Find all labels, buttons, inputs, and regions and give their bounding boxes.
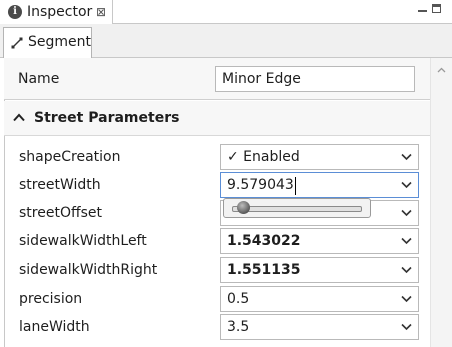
- chevron-down-icon[interactable]: [401, 295, 412, 303]
- view-title: Inspector: [27, 4, 93, 20]
- sidewalkWidthLeft-input[interactable]: 1.543022: [220, 228, 419, 254]
- param-label: laneWidth: [19, 319, 90, 335]
- param-value: 1.551135: [227, 262, 301, 278]
- slider-knob[interactable]: [236, 201, 250, 214]
- tab-segment[interactable]: Segment: [3, 27, 92, 58]
- param-row-streetWidth: streetWidth 9.579043: [4, 171, 430, 199]
- chevron-down-icon[interactable]: [401, 237, 412, 245]
- slider-track[interactable]: [232, 206, 362, 212]
- param-label: sidewalkWidthRight: [19, 262, 158, 278]
- chevron-down-icon[interactable]: [401, 209, 412, 217]
- param-row-shapeCreation: shapeCreation ✓ Enabled: [4, 143, 430, 171]
- name-label: Name: [18, 71, 60, 87]
- param-value: 0.5: [227, 291, 250, 307]
- vertical-scrollbar[interactable]: [430, 58, 452, 347]
- info-icon: i: [8, 5, 22, 19]
- param-row-laneWidth: laneWidth 3.5: [4, 313, 430, 341]
- param-value: 9.579043: [227, 177, 294, 193]
- param-row-sidewalkWidthLeft: sidewalkWidthLeft 1.543022: [4, 227, 430, 255]
- inspector-tabs: Segment: [0, 24, 452, 58]
- name-row: Name Minor Edge: [4, 58, 430, 100]
- inspector-view-tab[interactable]: i Inspector ⊠: [0, 0, 113, 24]
- chevron-down-icon[interactable]: [401, 153, 412, 161]
- chevron-up-icon[interactable]: [13, 113, 25, 122]
- street-parameters-header[interactable]: Street Parameters: [4, 101, 430, 136]
- minimize-icon[interactable]: [418, 10, 427, 12]
- param-value: ✓ Enabled: [227, 149, 300, 165]
- laneWidth-input[interactable]: 3.5: [220, 314, 419, 340]
- param-label: shapeCreation: [19, 149, 121, 165]
- chevron-down-icon[interactable]: [401, 266, 412, 274]
- param-label: streetOffset: [19, 205, 103, 221]
- param-value: 3.5: [227, 319, 250, 335]
- param-label: streetWidth: [19, 177, 101, 193]
- maximize-icon[interactable]: [432, 4, 441, 13]
- scroll-up-icon[interactable]: [437, 66, 446, 75]
- name-input[interactable]: Minor Edge: [215, 66, 415, 92]
- shapeCreation-dropdown[interactable]: ✓ Enabled: [220, 144, 419, 170]
- param-value: 1.543022: [227, 233, 301, 249]
- precision-input[interactable]: 0.5: [220, 286, 419, 312]
- section-title: Street Parameters: [34, 110, 180, 126]
- param-row-sidewalkWidthRight: sidewalkWidthRight 1.551135: [4, 256, 430, 284]
- chevron-down-icon[interactable]: [401, 323, 412, 331]
- chevron-down-icon[interactable]: [401, 181, 412, 189]
- param-label: sidewalkWidthLeft: [19, 233, 147, 249]
- text-cursor: [295, 177, 296, 195]
- close-icon[interactable]: ⊠: [96, 3, 106, 21]
- segment-icon: [11, 37, 23, 49]
- streetWidth-input[interactable]: 9.579043: [220, 172, 419, 198]
- sidewalkWidthRight-input[interactable]: 1.551135: [220, 257, 419, 283]
- param-row-precision: precision 0.5: [4, 285, 430, 313]
- value-slider-popup: [223, 198, 371, 218]
- tab-label: Segment: [28, 34, 91, 50]
- param-label: precision: [19, 291, 83, 307]
